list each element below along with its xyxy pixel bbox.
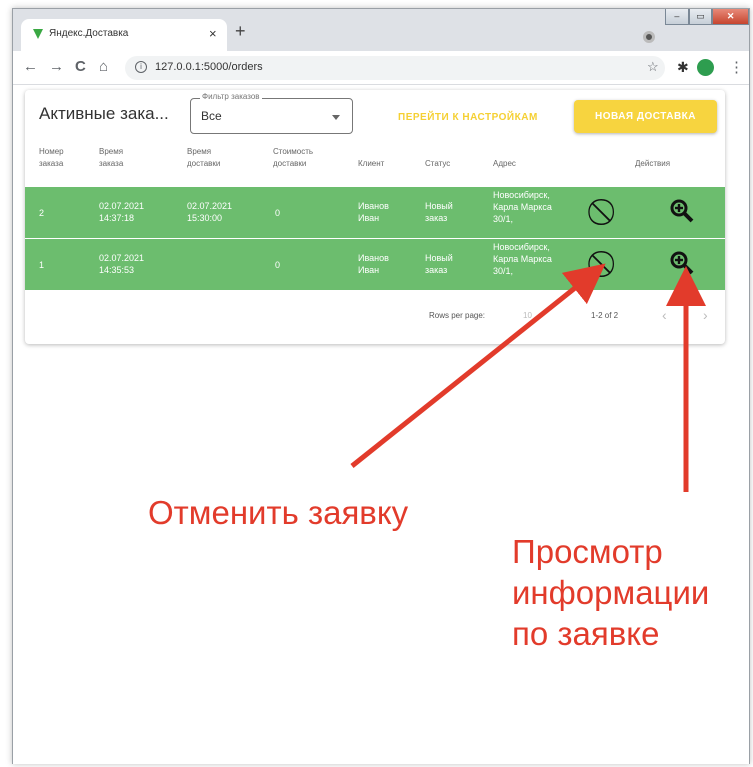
view-annotation-text-line1: Просмотр bbox=[512, 533, 663, 570]
view-annotation-text-line3: по заявке bbox=[512, 615, 660, 652]
view-annotation-text-line2: информации bbox=[512, 574, 710, 611]
cancel-annotation-text: Отменить заявку bbox=[148, 494, 409, 531]
cancel-annotation-arrow bbox=[350, 263, 606, 468]
